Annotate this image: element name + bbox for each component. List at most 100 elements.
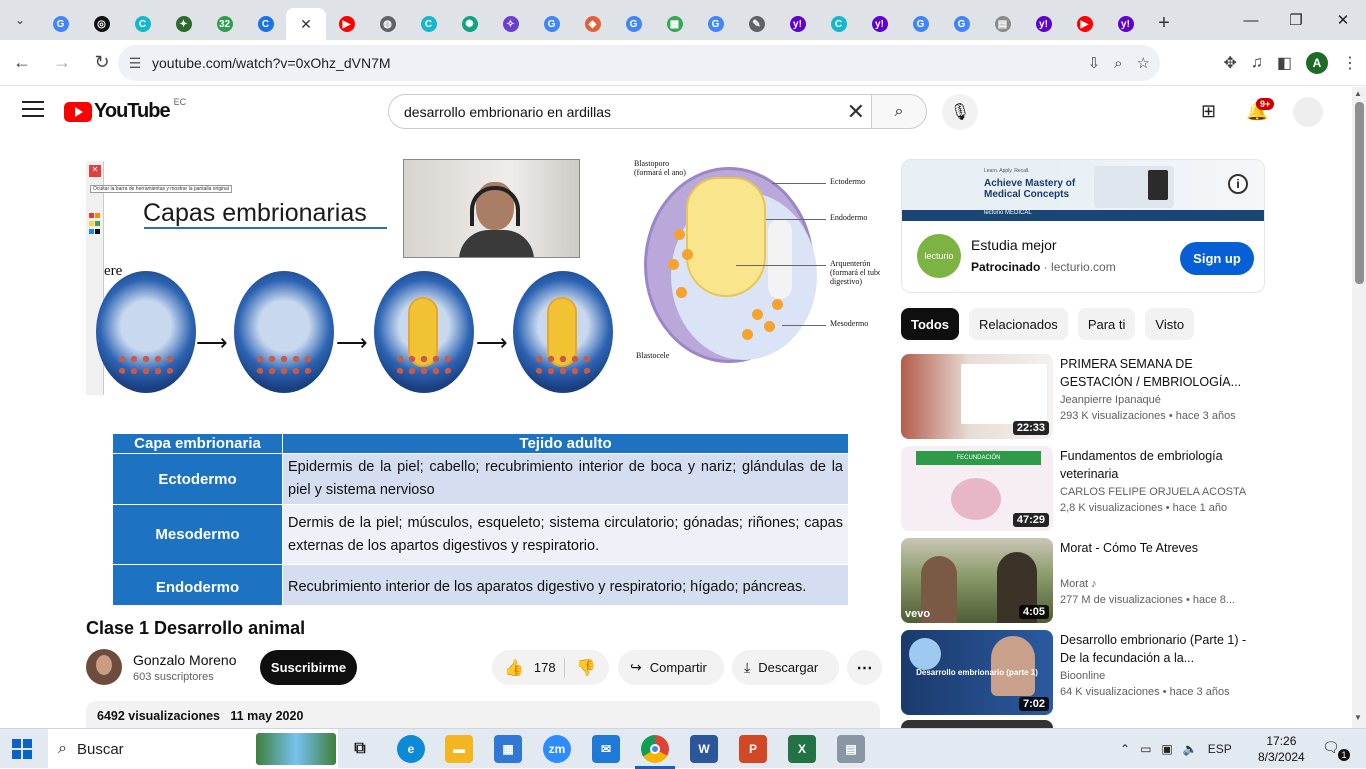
search-query[interactable]: desarrollo embrionario en ardillas xyxy=(404,104,611,120)
page-scrollbar[interactable]: ▲ ▼ xyxy=(1352,87,1366,728)
description-box[interactable]: 6492 visualizaciones 11 may 2020 xyxy=(86,701,880,731)
advertiser-logo[interactable]: lecturio xyxy=(917,234,961,278)
menu-kebab-icon[interactable]: ⋮ xyxy=(1342,53,1358,73)
active-browser-tab[interactable]: ✕ xyxy=(286,8,326,40)
browser-tab[interactable]: ◎ xyxy=(81,8,122,40)
address-bar[interactable]: ☰ youtube.com/watch?v=0xOhz_dVN7M ⇩ ⌕ ☆ xyxy=(118,45,1160,81)
browser-tab[interactable]: ◍ xyxy=(367,8,408,40)
channel-name[interactable]: Gonzalo Moreno xyxy=(133,652,237,668)
windows-start-icon[interactable] xyxy=(12,739,32,759)
dislike-thumb-icon[interactable]: 👎 xyxy=(576,658,596,678)
taskbar-search-placeholder[interactable]: Buscar xyxy=(77,741,124,758)
like-count[interactable]: 178 xyxy=(534,660,556,675)
browser-tab[interactable]: G xyxy=(531,8,572,40)
ad-info-icon[interactable]: i xyxy=(1228,174,1248,194)
install-app-icon[interactable]: ⇩ xyxy=(1088,54,1101,72)
browser-tab[interactable]: C xyxy=(122,8,163,40)
share-button[interactable]: ↪ Compartir xyxy=(618,650,724,685)
voice-search-mic-icon[interactable]: 🎙 xyxy=(942,94,978,130)
excel-icon[interactable]: X xyxy=(788,735,816,763)
video-title[interactable]: PRIMERA SEMANA DE GESTACIÓN / EMBRIOLOGÍ… xyxy=(1060,355,1260,391)
mail-icon[interactable]: ✉ xyxy=(592,735,620,763)
volume-icon[interactable]: 🔈 xyxy=(1183,742,1198,756)
video-title[interactable]: Fundamentos de embriología veterinaria xyxy=(1060,447,1260,483)
chip-para-ti[interactable]: Para ti xyxy=(1077,308,1136,340)
forward-arrow-icon[interactable]: → xyxy=(44,45,80,81)
language-indicator[interactable]: ESP xyxy=(1208,742,1232,756)
browser-tab[interactable]: ▦ xyxy=(654,8,695,40)
media-control-icon[interactable]: ♫ xyxy=(1251,54,1263,72)
powerpoint-icon[interactable]: P xyxy=(739,735,767,763)
download-button[interactable]: ⤓ Descargar xyxy=(732,650,839,685)
chip-todos[interactable]: Todos xyxy=(901,308,960,340)
word-icon[interactable]: W xyxy=(690,735,718,763)
address-url[interactable]: youtube.com/watch?v=0xOhz_dVN7M xyxy=(152,55,391,71)
browser-tab[interactable]: ✧ xyxy=(490,8,531,40)
restore-icon[interactable]: ❐ xyxy=(1273,0,1319,40)
browser-tab[interactable]: G xyxy=(900,8,941,40)
close-tab-icon[interactable]: ✕ xyxy=(300,16,312,33)
browser-tab[interactable]: G xyxy=(613,8,654,40)
site-info-icon[interactable]: ☰ xyxy=(118,55,152,72)
close-window-icon[interactable]: ✕ xyxy=(1320,0,1366,40)
file-explorer-icon[interactable]: ▬ xyxy=(445,735,473,763)
recommended-video[interactable]: vevo 4:05 Morat - Cómo Te Atreves Morat … xyxy=(901,538,1265,624)
video-player[interactable]: ✕ Ocultar la barra de herramientas y mos… xyxy=(86,159,880,605)
extensions-icon[interactable]: ✥ xyxy=(1223,53,1236,73)
task-view-icon[interactable]: ⧉ xyxy=(346,735,374,763)
tray-chevron-icon[interactable]: ⌃ xyxy=(1120,742,1130,756)
browser-tab[interactable]: y! xyxy=(777,8,818,40)
profile-avatar[interactable]: A xyxy=(1306,52,1328,74)
like-thumb-icon[interactable]: 👍 xyxy=(504,658,524,678)
zoom-icon[interactable]: ⌕ xyxy=(1114,55,1122,72)
browser-tab[interactable]: G xyxy=(40,8,81,40)
video-thumbnail[interactable]: vevo 4:05 xyxy=(901,538,1053,623)
new-tab-plus-icon[interactable]: + xyxy=(1146,7,1182,39)
ad-title[interactable]: Estudia mejor xyxy=(971,237,1057,253)
browser-tab[interactable]: G xyxy=(941,8,982,40)
side-panel-icon[interactable]: ◧ xyxy=(1277,53,1292,73)
ad-signup-button[interactable]: Sign up xyxy=(1180,242,1254,275)
sponsored-ad-card[interactable]: Learn. Apply. Recall. Achieve Mastery of… xyxy=(901,159,1265,293)
back-arrow-icon[interactable]: ← xyxy=(4,45,40,81)
video-channel[interactable]: Bioonline xyxy=(1060,670,1105,682)
browser-tab[interactable]: y! xyxy=(1105,8,1146,40)
chip-visto[interactable]: Visto xyxy=(1145,308,1195,340)
bookmark-star-icon[interactable]: ☆ xyxy=(1137,54,1150,72)
zoom-app-icon[interactable]: zm xyxy=(543,735,571,763)
browser-tab[interactable]: y! xyxy=(1023,8,1064,40)
recommended-video[interactable]: 22:33 PRIMERA SEMANA DE GESTACIÓN / EMBR… xyxy=(901,354,1265,440)
video-channel[interactable]: Morat ♪ xyxy=(1060,578,1097,590)
microsoft-store-icon[interactable]: ▦ xyxy=(494,735,522,763)
reload-icon[interactable]: ↻ xyxy=(84,45,120,81)
video-thumbnail[interactable]: 22:33 xyxy=(901,354,1053,439)
minimize-icon[interactable]: — xyxy=(1228,0,1274,40)
network-icon[interactable]: ▣ xyxy=(1161,742,1172,756)
chrome-icon[interactable] xyxy=(635,735,675,769)
browser-tab[interactable]: G xyxy=(695,8,736,40)
video-thumbnail[interactable]: Desarrollo embrionario (parte 1) 7:02 xyxy=(901,630,1053,715)
recommended-video[interactable]: Desarrollo embrionario (parte 1) 7:02 De… xyxy=(901,630,1265,716)
search-highlight-image[interactable] xyxy=(256,733,336,765)
browser-tab[interactable]: C xyxy=(818,8,859,40)
scroll-down-icon[interactable]: ▼ xyxy=(1354,713,1362,722)
browser-tab[interactable]: ✎ xyxy=(736,8,777,40)
video-title[interactable]: Desarrollo embrionario (Parte 1) - De la… xyxy=(1060,631,1260,667)
hamburger-menu-icon[interactable] xyxy=(22,101,44,119)
browser-tab[interactable]: ▶ xyxy=(326,8,367,40)
create-video-icon[interactable]: ⊞ xyxy=(1201,101,1216,122)
video-channel[interactable]: CARLOS FELIPE ORJUELA ACOSTA xyxy=(1060,486,1246,498)
browser-tab[interactable]: C xyxy=(245,8,286,40)
scrollbar-thumb[interactable] xyxy=(1355,102,1364,284)
search-input[interactable]: desarrollo embrionario en ardillas ✕ xyxy=(388,94,872,129)
browser-tab[interactable]: 32 xyxy=(204,8,245,40)
notification-center-icon[interactable]: 🗨 1 xyxy=(1322,739,1350,761)
browser-tab[interactable]: ▤ xyxy=(982,8,1023,40)
browser-tab[interactable]: ✺ xyxy=(449,8,490,40)
clear-search-icon[interactable]: ✕ xyxy=(847,99,865,125)
ad-banner[interactable]: Learn. Apply. Recall. Achieve Mastery of… xyxy=(902,160,1264,221)
video-thumbnail[interactable]: FECUNDACIÓN 47:29 xyxy=(901,446,1053,531)
browser-tab[interactable]: y! xyxy=(859,8,900,40)
video-title[interactable]: Morat - Cómo Te Atreves xyxy=(1060,539,1260,557)
taskbar-clock[interactable]: 17:26 8/3/2024 xyxy=(1258,733,1305,765)
